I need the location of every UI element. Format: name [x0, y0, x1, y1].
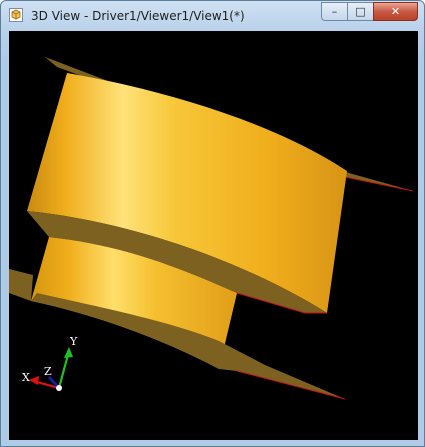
axis-triad: Y X Z — [22, 335, 78, 391]
left-flange-edge — [9, 269, 33, 301]
x-axis-label: X — [22, 371, 30, 384]
y-axis-label: Y — [69, 335, 78, 348]
viewer-window: 3D View - Driver1/Viewer1/View1(*) – □ ✕ — [0, 0, 425, 447]
3d-view-app-icon — [9, 8, 23, 22]
x-axis-arrow — [29, 376, 39, 385]
minimize-button[interactable]: – — [321, 2, 347, 21]
axis-origin — [56, 385, 62, 391]
3d-scene: Y X Z — [9, 57, 414, 400]
window-title: 3D View - Driver1/Viewer1/View1(*) — [31, 9, 245, 23]
y-axis-arrow — [64, 347, 73, 358]
maximize-button[interactable]: □ — [347, 2, 373, 21]
title-bar[interactable]: 3D View - Driver1/Viewer1/View1(*) – □ ✕ — [1, 1, 424, 31]
close-button[interactable]: ✕ — [373, 2, 418, 21]
window-controls: – □ ✕ — [321, 2, 418, 22]
z-axis-label: Z — [44, 365, 52, 378]
3d-viewport[interactable]: Y X Z — [9, 31, 418, 440]
